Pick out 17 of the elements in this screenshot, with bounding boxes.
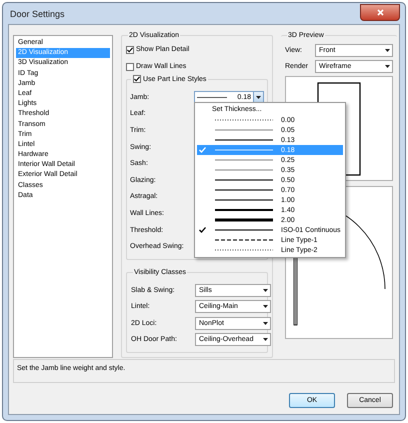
caret-icon bbox=[263, 322, 268, 325]
dropdown-button[interactable] bbox=[253, 92, 263, 103]
line-sample bbox=[197, 96, 227, 99]
checkbox[interactable] bbox=[126, 62, 134, 70]
close-button[interactable] bbox=[360, 4, 400, 20]
caret-icon bbox=[263, 288, 268, 292]
close-icon bbox=[376, 8, 384, 16]
checkmark-icon bbox=[134, 76, 140, 82]
caret-icon bbox=[263, 338, 268, 342]
checkbox[interactable] bbox=[133, 75, 141, 83]
checkmark-icon bbox=[127, 46, 133, 52]
window-title: Door Settings bbox=[9, 8, 65, 18]
caret-icon bbox=[256, 96, 261, 99]
caret-icon bbox=[263, 305, 268, 308]
caret-icon bbox=[385, 64, 390, 68]
checkbox[interactable] bbox=[126, 46, 134, 54]
caret-icon bbox=[385, 48, 390, 52]
